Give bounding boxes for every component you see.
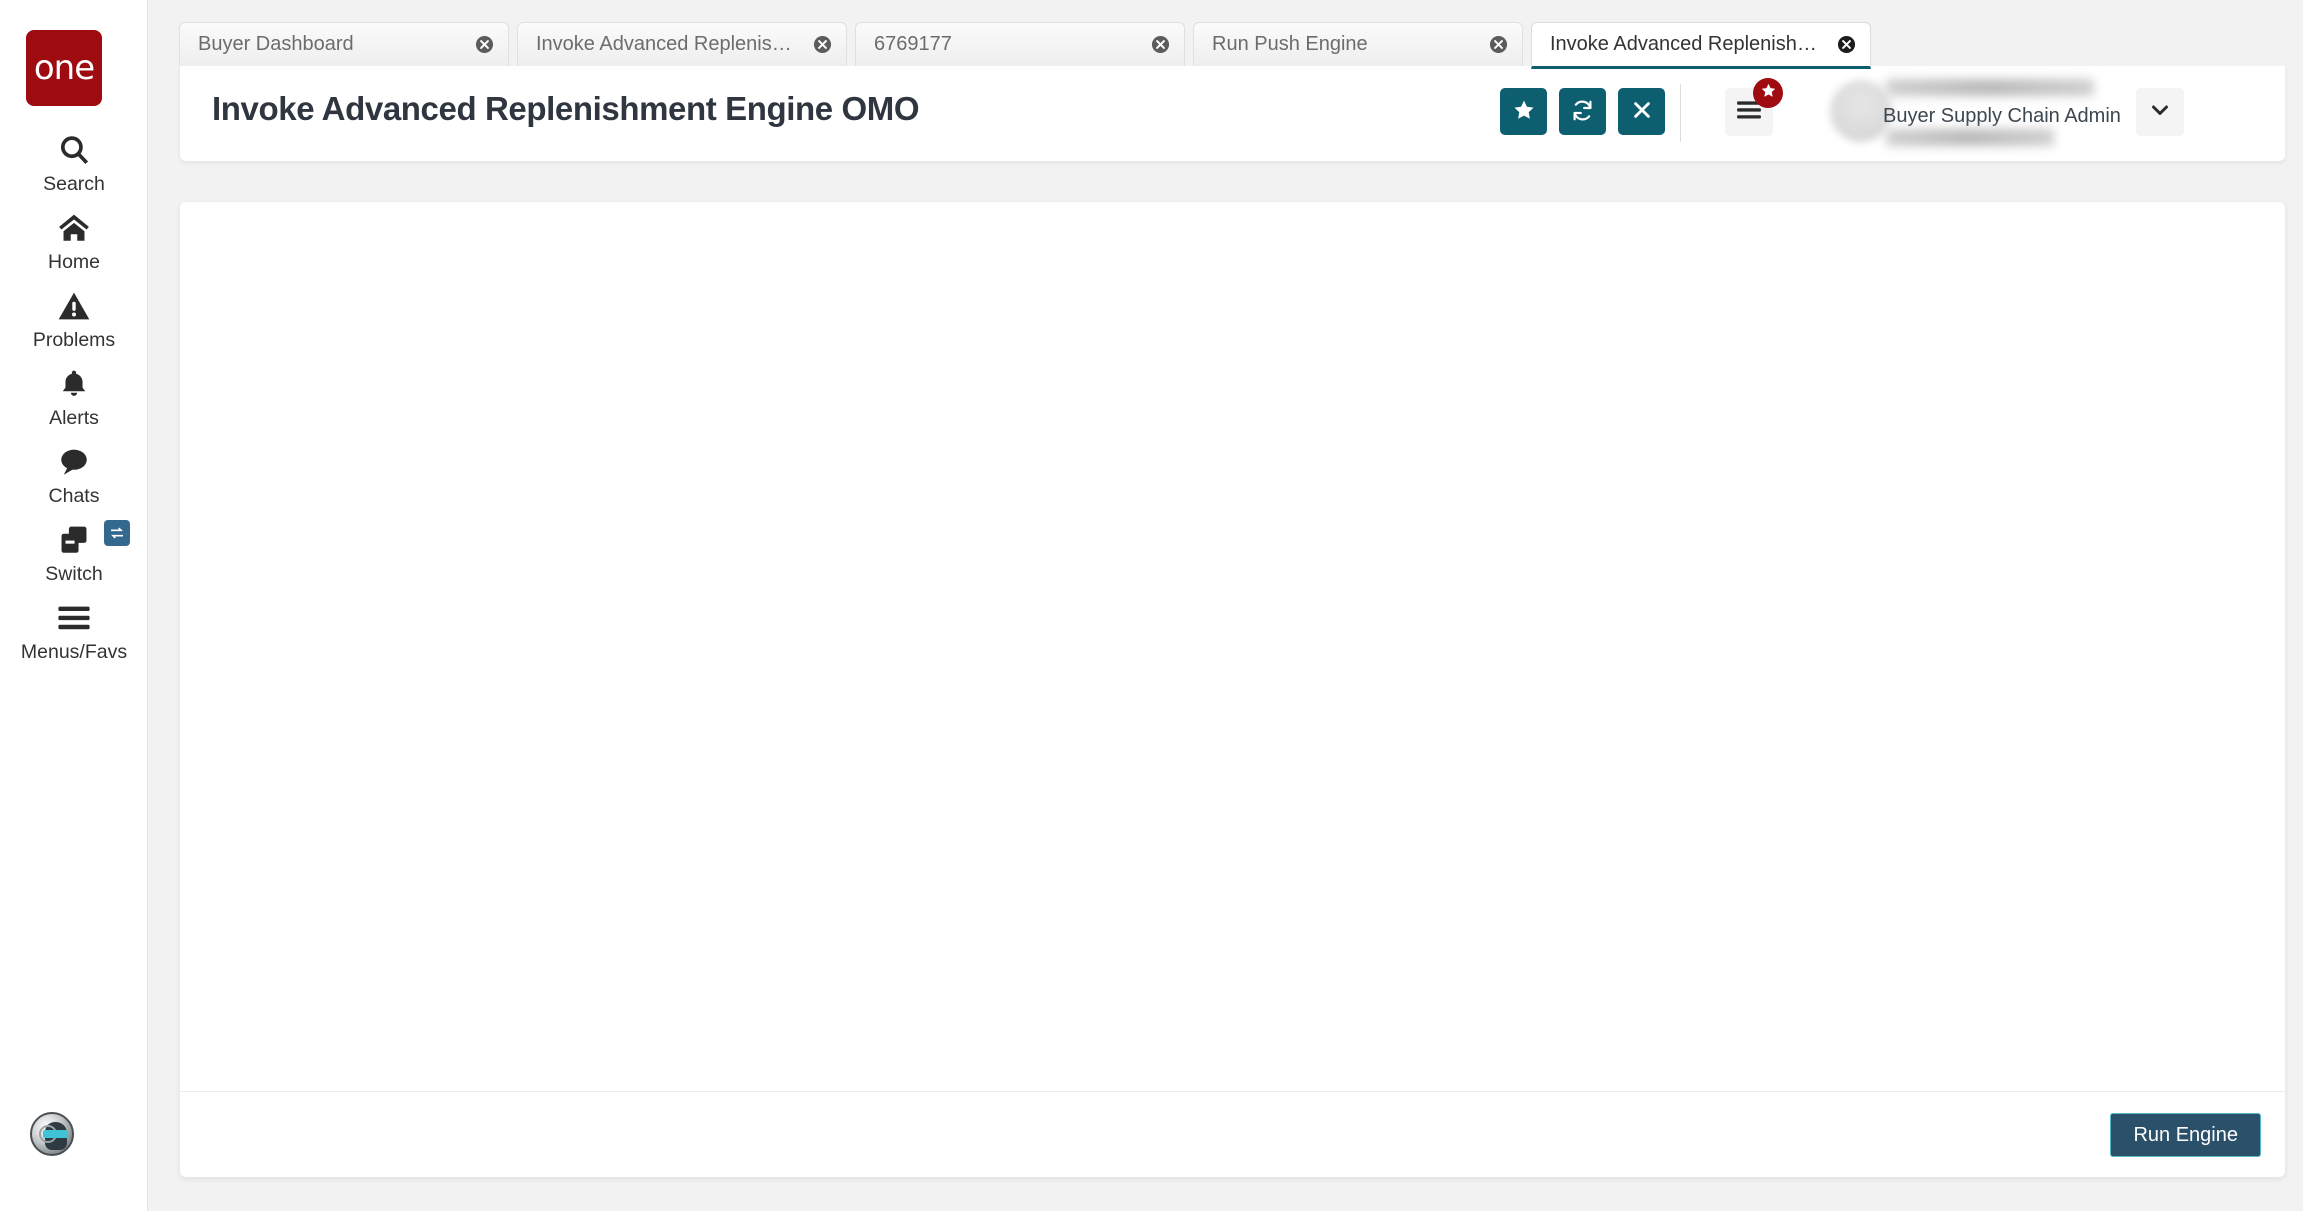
tab-label: 6769177 (874, 33, 1138, 56)
user-role-label: Buyer Supply Chain Admin (1883, 105, 2121, 128)
favorites-badge (1753, 78, 1783, 108)
browser-tab-strip: Buyer Dashboard Invoke Advanced Replenis… (148, 0, 2303, 66)
tab-6769177[interactable]: 6769177 (855, 22, 1185, 66)
sidebar-label-menus-favs: Menus/Favs (0, 642, 148, 663)
tab-label: Run Push Engine (1212, 33, 1476, 56)
close-icon[interactable] (1488, 35, 1508, 55)
form-scroll-region (180, 202, 2285, 1091)
refresh-button[interactable] (1559, 88, 1606, 135)
sidebar-label-alerts: Alerts (0, 408, 148, 429)
tab-buyer-dashboard[interactable]: Buyer Dashboard (179, 22, 509, 66)
close-icon[interactable] (1150, 35, 1170, 55)
assistant-visor-shape (43, 1130, 68, 1138)
refresh-icon (1570, 98, 1595, 126)
one-network-logo: one (26, 30, 102, 106)
close-icon[interactable] (1836, 35, 1856, 55)
chat-bubble-icon (0, 440, 148, 484)
sidebar-item-chats[interactable]: Chats (0, 440, 148, 507)
tab-label: Invoke Advanced Replenishment... (536, 33, 800, 56)
header-divider (1680, 84, 1681, 142)
search-icon (0, 128, 148, 172)
exchange-arrows-icon[interactable] (104, 520, 130, 546)
sidebar-label-problems: Problems (0, 330, 148, 351)
star-icon (1760, 82, 1777, 104)
bell-icon (0, 362, 148, 406)
tab-invoke-advanced-replenishment-1[interactable]: Invoke Advanced Replenishment... (517, 22, 847, 66)
sidebar-item-switch[interactable]: Switch (0, 518, 148, 585)
sidebar-item-menus-favs[interactable]: Menus/Favs (0, 596, 148, 663)
tab-invoke-advanced-replenishment-active[interactable]: Invoke Advanced Replenishment... (1531, 22, 1871, 69)
card-footer: Run Engine (180, 1091, 2285, 1177)
sidebar-item-search[interactable]: Search (0, 128, 148, 195)
sidebar-label-search: Search (0, 174, 148, 195)
chevron-down-icon (2148, 98, 2172, 127)
close-icon[interactable] (474, 35, 494, 55)
close-x-icon (1631, 99, 1653, 124)
user-menu-toggle[interactable] (2136, 88, 2184, 136)
left-navigation-rail: one Search Home Problems (0, 0, 148, 1211)
page-header: Invoke Advanced Replenishment Engine OMO (180, 66, 2285, 161)
sidebar-item-home[interactable]: Home (0, 206, 148, 273)
user-info-block[interactable]: Buyer Supply Chain Admin (1870, 71, 2120, 157)
header-action-buttons (1500, 88, 1665, 135)
close-button[interactable] (1618, 88, 1665, 135)
sidebar-label-home: Home (0, 252, 148, 273)
warning-triangle-icon (0, 284, 148, 328)
sidebar-item-problems[interactable]: Problems (0, 284, 148, 351)
ai-assistant-avatar-icon[interactable] (30, 1112, 74, 1156)
user-organization-redacted (1886, 129, 2054, 146)
home-icon (0, 206, 148, 250)
sidebar-label-chats: Chats (0, 486, 148, 507)
favorite-button[interactable] (1500, 88, 1547, 135)
page-title: Invoke Advanced Replenishment Engine OMO (212, 90, 919, 128)
sidebar-label-switch: Switch (0, 564, 148, 585)
star-icon (1512, 98, 1536, 125)
tab-run-push-engine[interactable]: Run Push Engine (1193, 22, 1523, 66)
content-card: Run Engine (180, 202, 2285, 1177)
close-icon[interactable] (812, 35, 832, 55)
user-name-redacted (1886, 79, 2094, 96)
hamburger-icon (0, 596, 148, 640)
tab-label: Buyer Dashboard (198, 33, 462, 56)
tab-label: Invoke Advanced Replenishment... (1550, 33, 1824, 56)
sidebar-item-alerts[interactable]: Alerts (0, 362, 148, 429)
logo-text: one (34, 51, 94, 85)
run-engine-button[interactable]: Run Engine (2110, 1113, 2261, 1157)
